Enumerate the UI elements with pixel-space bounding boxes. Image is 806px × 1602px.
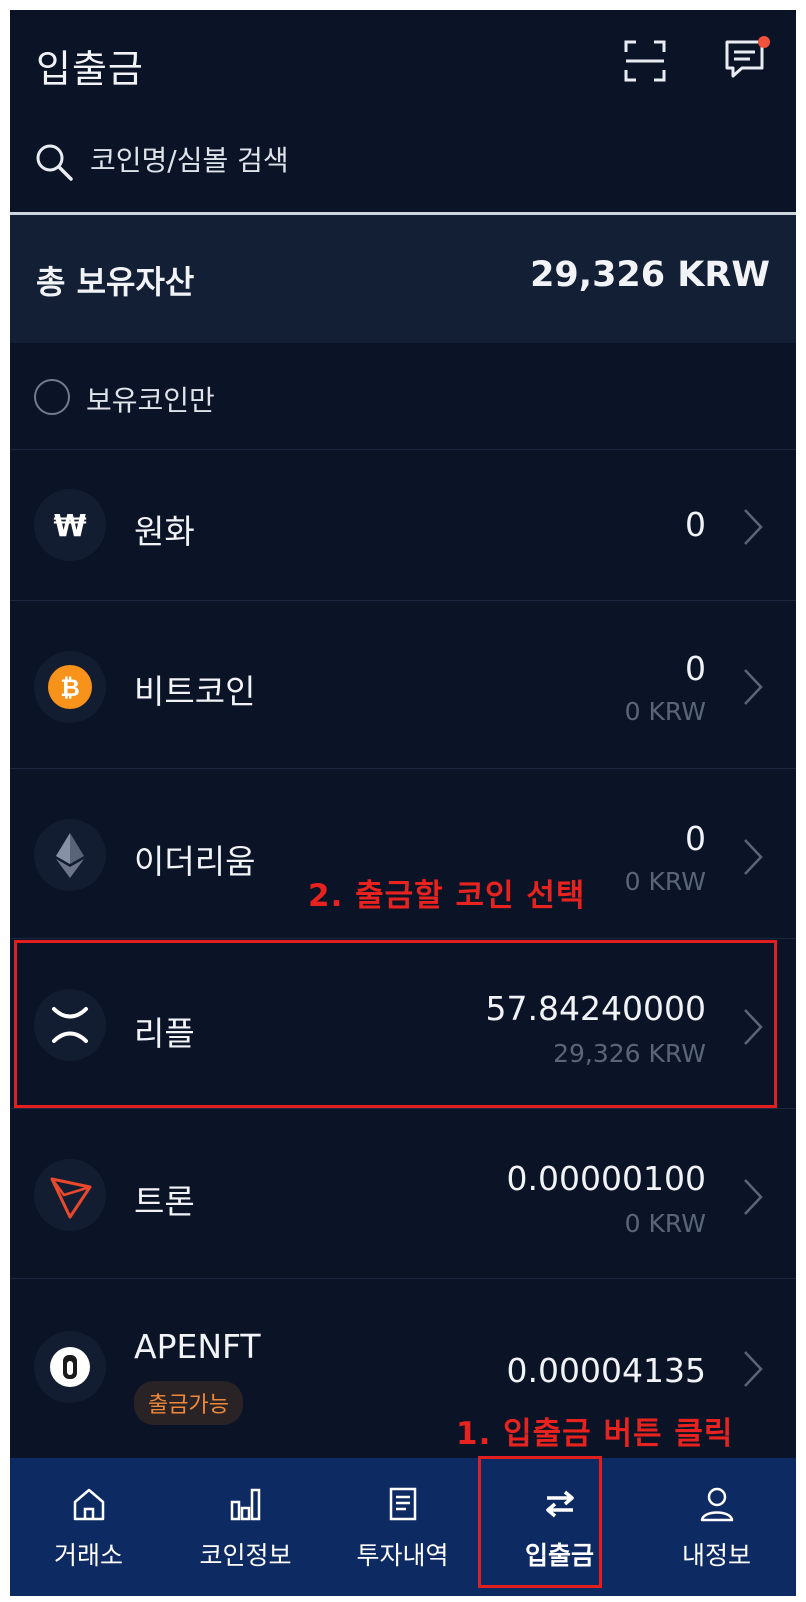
coin-row-krw[interactable]: ₩ 원화 0 [10,449,796,601]
coin-name: 트론 [134,1182,195,1221]
search-bar [10,108,796,215]
held-coins-radio[interactable] [34,379,70,415]
nav-item-my-info[interactable]: 내정보 [638,1458,795,1596]
page-title: 입출금 [36,47,144,91]
chevron-right-icon [744,1351,763,1387]
held-coins-label: 보유코인만 [86,384,215,417]
app-header: 입출금 [10,10,796,108]
nav-label: 거래소 [53,1541,123,1570]
won-icon: ₩ [34,489,106,561]
svg-text:₿: ₿ [60,674,80,702]
svg-text:₩: ₩ [53,509,86,544]
coin-name: 이더리움 [134,842,256,881]
nav-label: 코인정보 [199,1541,292,1570]
held-coins-filter[interactable]: 보유코인만 [10,343,796,450]
phone-screen: 입출금 총 보유자산 29,326 KRW 보유코인만 ₩ [10,10,796,1596]
total-assets-value: 29,326 KRW [530,255,770,295]
scan-icon[interactable] [624,40,666,82]
coin-amount: 0 [685,819,706,858]
bottom-nav: 거래소 코인정보 투자내역 입출금 내정보 [10,1458,796,1596]
coin-name: APENFT [134,1327,261,1366]
chevron-right-icon [744,669,763,705]
search-icon [36,144,73,181]
nav-item-investment-history[interactable]: 투자내역 [324,1458,481,1596]
coin-amount: 0.00004135 [506,1351,706,1390]
ethereum-icon [34,819,106,891]
nav-item-coin-info[interactable]: 코인정보 [167,1458,324,1596]
withdrawable-badge: 출금가능 [134,1381,243,1425]
nav-label: 내정보 [681,1541,751,1570]
coin-krw-value: 0 KRW [624,867,706,896]
coin-krw-value: 0 KRW [624,1209,706,1238]
nav-label: 투자내역 [356,1541,449,1570]
bitcoin-icon: ₿ [34,651,106,723]
coin-amount: 0.00000100 [506,1159,706,1198]
chevron-right-icon [744,1179,763,1215]
deposit-withdraw-highlight-box [478,1456,602,1588]
user-icon [700,1487,734,1522]
annotation-step-1: 1. 입출금 버튼 클릭 [456,1416,734,1452]
bar-chart-icon [230,1488,261,1521]
coin-amount: 0 [685,649,706,688]
coin-amount: 0 [685,505,706,544]
total-assets: 총 보유자산 29,326 KRW [10,215,796,343]
tron-icon [34,1159,106,1231]
chevron-right-icon [744,509,763,545]
coin-row-tron[interactable]: 트론 0.00000100 0 KRW [10,1109,796,1279]
apenft-icon [34,1331,106,1403]
search-input[interactable] [90,138,690,182]
ripple-highlight-box [14,940,777,1108]
nav-item-exchange[interactable]: 거래소 [10,1458,167,1596]
coin-name: 원화 [134,512,195,551]
coin-name: 비트코인 [134,672,256,711]
home-icon [73,1488,105,1521]
annotation-step-2: 2. 출금할 코인 선택 [308,878,586,914]
coin-krw-value: 0 KRW [624,697,706,726]
chevron-right-icon [744,839,763,875]
notification-dot [758,36,770,48]
total-assets-label: 총 보유자산 [36,263,195,301]
document-icon [389,1487,417,1521]
coin-row-bitcoin[interactable]: ₿ 비트코인 0 0 KRW [10,601,796,769]
